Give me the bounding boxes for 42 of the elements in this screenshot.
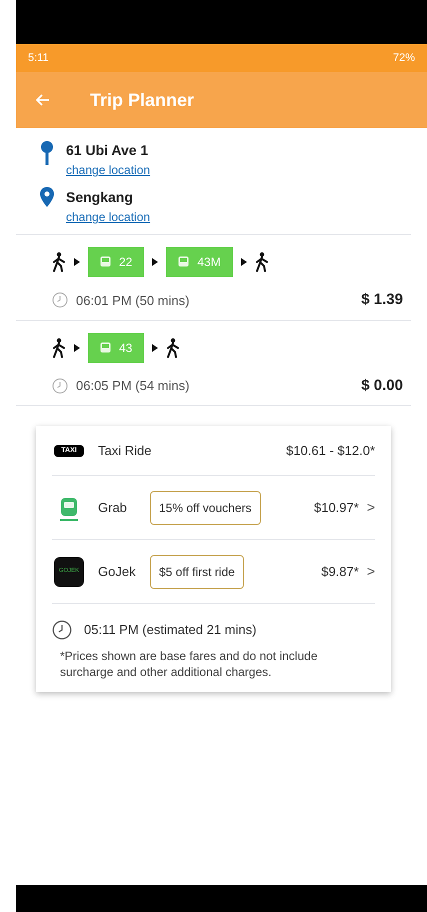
- location-name: Sengkang: [66, 188, 134, 207]
- clock-icon: [52, 378, 68, 394]
- promo-tag: $5 off first ride: [150, 554, 244, 588]
- arrival-time: 06:01 PM (50 mins): [76, 292, 190, 310]
- walking-person-icon: [52, 338, 66, 358]
- back-button[interactable]: [36, 94, 50, 106]
- status-time: 5:11: [28, 50, 49, 66]
- arrival-time: 06:05 PM (54 mins): [76, 377, 190, 395]
- arrow-icon: [74, 344, 80, 352]
- pin-icon: [40, 140, 54, 166]
- ride-estimate: 05:11 PM (estimated 21 mins): [84, 621, 256, 640]
- clock-icon: [52, 292, 68, 308]
- ride-option[interactable]: Grab 15% off vouchers $10.97* >: [52, 476, 375, 540]
- ride-name: Taxi Ride: [98, 442, 152, 460]
- chevron: >: [366, 498, 375, 517]
- disclaimer: *Prices shown are base fares and do not include surcharge and other additional charges.: [59, 648, 318, 681]
- clock-icon: [52, 620, 72, 640]
- chevron: >: [366, 562, 375, 581]
- ride-name: GoJek: [98, 562, 137, 581]
- arrow-icon: [152, 258, 158, 266]
- battery-level: 72%: [392, 50, 415, 66]
- walking-person-icon: [52, 252, 66, 272]
- bus-badge: 43: [88, 332, 144, 362]
- change-location-link[interactable]: change location: [66, 161, 150, 179]
- map-marker-icon: [40, 187, 54, 207]
- change-location-link[interactable]: change location: [66, 208, 150, 226]
- arrow-icon: [240, 258, 247, 266]
- app-title: Trip Planner: [90, 88, 194, 112]
- location-name: 61 Ubi Ave 1: [66, 141, 150, 160]
- fare: $ 0.00: [361, 376, 403, 396]
- bus-badge: 43M: [166, 247, 233, 277]
- walking-person-icon: [166, 338, 180, 358]
- ride-price: $9.87*: [321, 562, 359, 581]
- bus-badge: 22: [88, 247, 144, 277]
- arrow-icon: [74, 258, 80, 266]
- ride-price: $10.61 - $12.0*: [286, 442, 375, 460]
- arrow-icon: [152, 344, 158, 352]
- ride-price: $10.97*: [314, 498, 359, 517]
- walking-person-icon: [254, 252, 269, 272]
- promo-tag: 15% off vouchers: [150, 490, 261, 524]
- fare: $ 1.39: [361, 290, 403, 310]
- ride-name: Grab: [98, 498, 128, 517]
